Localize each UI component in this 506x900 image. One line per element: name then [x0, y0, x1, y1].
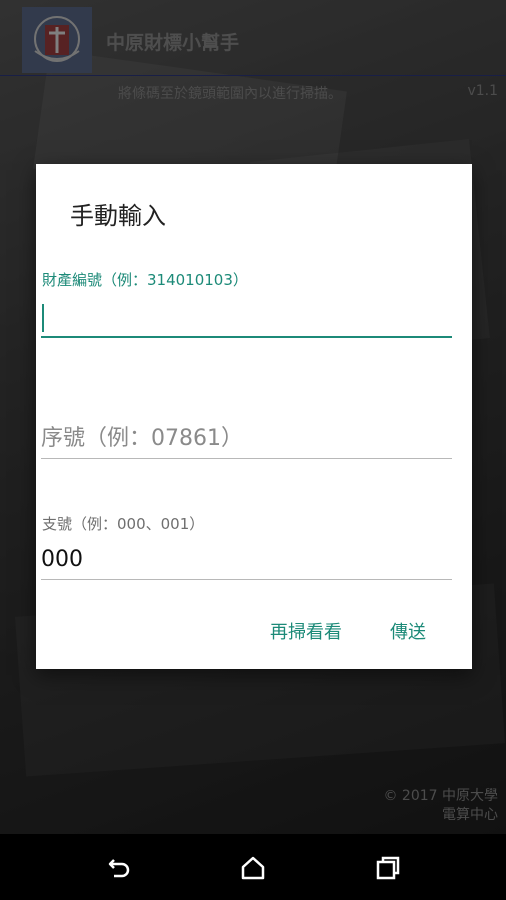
system-nav-bar: [0, 834, 506, 900]
manual-input-dialog: 手動輸入 財產編號（例：314010103） 支號（例：000、001） 再掃看…: [36, 164, 472, 669]
recent-apps-icon[interactable]: [372, 852, 404, 884]
serial-number-input[interactable]: [41, 419, 452, 459]
rescan-button[interactable]: 再掃看看: [270, 618, 342, 644]
dialog-title: 手動輸入: [70, 202, 166, 230]
property-number-input[interactable]: [41, 298, 452, 338]
property-number-label: 財產編號（例：314010103）: [42, 271, 248, 289]
branch-number-label: 支號（例：000、001）: [42, 515, 205, 533]
branch-number-input[interactable]: [41, 540, 452, 580]
back-icon[interactable]: [103, 852, 135, 884]
text-cursor: [42, 304, 44, 332]
send-button[interactable]: 傳送: [390, 618, 426, 644]
home-icon[interactable]: [237, 852, 269, 884]
